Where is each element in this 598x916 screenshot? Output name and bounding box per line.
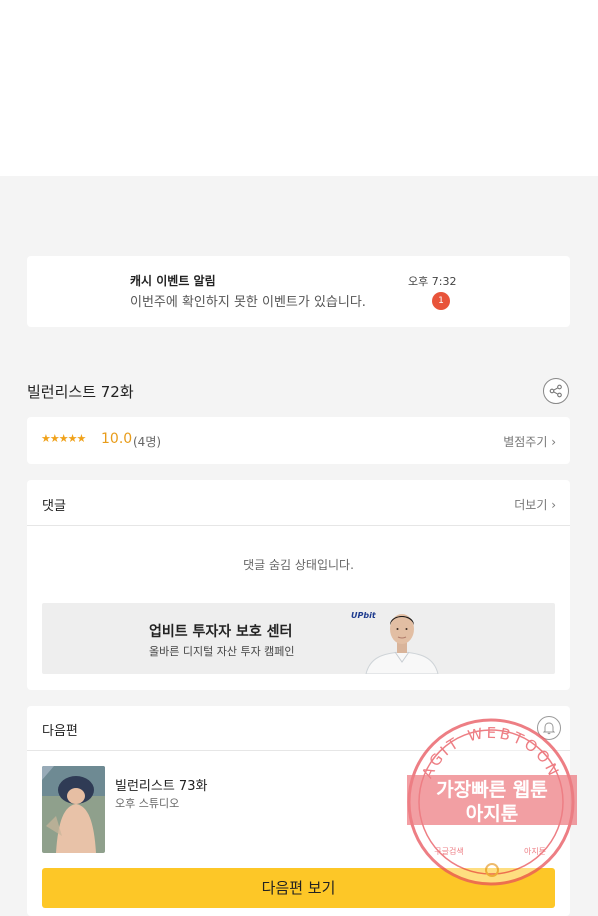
ad-title: 업비트 투자자 보호 센터 bbox=[149, 624, 293, 640]
ad-person-image bbox=[365, 614, 439, 674]
ad-banner[interactable]: 업비트 투자자 보호 센터 올바른 디지털 자산 투자 캠페인 UPbit bbox=[42, 603, 555, 674]
notification-badge: 1 bbox=[432, 292, 450, 310]
rating-count: (4명) bbox=[133, 435, 162, 449]
next-episode-header: 다음편 bbox=[27, 706, 570, 751]
notification-message: 이번주에 확인하지 못한 이벤트가 있습니다. bbox=[130, 295, 366, 310]
next-episode-author: 오후 스튜디오 bbox=[115, 797, 180, 810]
comments-header: 댓글 더보기 › bbox=[27, 480, 570, 526]
next-episode-title: 빌런리스트 73화 bbox=[115, 779, 208, 794]
rate-button[interactable]: 별점주기 › bbox=[503, 433, 556, 450]
top-blank-area bbox=[0, 0, 598, 176]
share-button[interactable] bbox=[543, 378, 569, 404]
notify-button[interactable] bbox=[537, 716, 561, 740]
notification-time: 오후 7:32 bbox=[408, 275, 457, 288]
next-episode-card: 다음편 빌런리스트 73화 오후 스튜디오 다음편 보기 bbox=[27, 706, 570, 916]
comments-label: 댓글 bbox=[42, 499, 66, 514]
next-episode-label: 다음편 bbox=[42, 724, 78, 739]
share-icon bbox=[549, 384, 562, 398]
next-episode-button[interactable]: 다음편 보기 bbox=[42, 868, 555, 908]
star-rating-icon: ★★★★★ bbox=[41, 432, 86, 445]
notification-title: 캐시 이벤트 알림 bbox=[130, 274, 216, 288]
bell-icon bbox=[543, 722, 555, 735]
ad-subtitle: 올바른 디지털 자산 투자 캠페인 bbox=[149, 645, 295, 658]
comments-more-link[interactable]: 더보기 › bbox=[514, 496, 556, 513]
notification-card[interactable]: 캐시 이벤트 알림 이번주에 확인하지 못한 이벤트가 있습니다. 오후 7:3… bbox=[27, 256, 570, 327]
comments-hidden-message: 댓글 숨김 상태입니다. bbox=[243, 558, 354, 572]
rating-score: 10.0 bbox=[101, 431, 133, 447]
next-episode-thumbnail[interactable] bbox=[42, 766, 105, 853]
episode-title: 빌런리스트 72화 bbox=[27, 383, 134, 401]
comments-card: 댓글 더보기 › 댓글 숨김 상태입니다. 업비트 투자자 보호 센터 올바른 … bbox=[27, 480, 570, 690]
rating-card: ★★★★★ 10.0 (4명) 별점주기 › bbox=[27, 417, 570, 464]
